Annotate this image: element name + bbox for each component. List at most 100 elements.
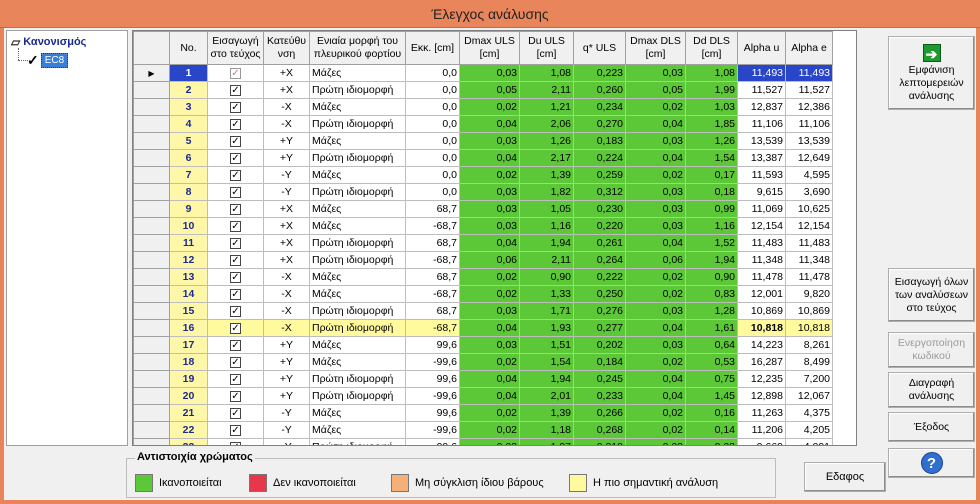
row-number[interactable]: 23 [169,438,208,445]
checkbox-icon[interactable]: ✓ [230,408,241,419]
insert-checkbox-cell[interactable]: ✓ [207,353,264,371]
row-number[interactable]: 13 [169,268,208,286]
row-indicator[interactable] [133,251,170,269]
row-indicator[interactable] [133,183,170,201]
row-indicator[interactable] [133,234,170,252]
row-indicator[interactable] [133,404,170,422]
table-row[interactable]: 11 ✓ +X Πρώτη ιδιομορφή 68,7 0,04 1,94 0,261 0,0… [133,234,833,252]
checkbox-icon[interactable]: ✓ [230,289,241,300]
row-number[interactable]: 6 [169,149,208,167]
row-number[interactable]: 17 [169,336,208,354]
row-number[interactable]: 7 [169,166,208,184]
table-row[interactable]: 19 ✓ +Y Πρώτη ιδιομορφή 99,6 0,04 1,94 0,245 0,0… [133,370,833,388]
row-indicator[interactable] [133,149,170,167]
checkbox-icon[interactable]: ✓ [230,170,241,181]
insert-checkbox-cell[interactable]: ✓ [207,115,264,133]
tree-node-ec8[interactable]: ✓ EC8 [27,52,69,69]
insert-checkbox-cell[interactable]: ✓ [207,370,264,388]
checkbox-icon[interactable]: ✓ [230,221,241,232]
insert-checkbox-cell[interactable]: ✓ [207,404,264,422]
insert-checkbox-cell[interactable]: ✓ [207,285,264,303]
code-tree[interactable]: ▱ Κανονισμός ✓ EC8 [6,30,128,446]
table-row[interactable]: 21 ✓ -Y Μάζες 99,6 0,02 1,39 0,266 0,02 0,16 11,26… [133,404,833,422]
row-indicator[interactable]: ▶ [133,64,170,82]
header-alpha-u[interactable]: Alpha u [737,31,786,65]
insert-checkbox-cell[interactable]: ✓ [207,268,264,286]
insert-checkbox-cell[interactable]: ✓ [207,421,264,439]
checkbox-icon[interactable]: ✓ [230,425,241,436]
row-number[interactable]: 14 [169,285,208,303]
row-number[interactable]: 15 [169,302,208,320]
checkbox-icon[interactable]: ✓ [230,85,241,96]
insert-checkbox-cell[interactable]: ✓ [207,234,264,252]
checkbox-icon[interactable]: ✓ [230,306,241,317]
checkbox-icon[interactable]: ✓ [230,238,241,249]
row-indicator[interactable] [133,217,170,235]
insert-checkbox-cell[interactable]: ✓ [207,387,264,405]
table-row[interactable]: 5 ✓ +Y Μάζες 0,0 0,03 1,26 0,183 0,03 1,26 13,539 1… [133,132,833,150]
table-row[interactable]: 15 ✓ -X Πρώτη ιδιομορφή 68,7 0,03 1,71 0,276 0,0… [133,302,833,320]
row-number[interactable]: 3 [169,98,208,116]
grid-scrollbar[interactable] [857,30,861,446]
insert-all-button[interactable]: Εισαγωγή όλων των αναλύσεων στο τεύχος [888,268,975,322]
row-indicator[interactable] [133,285,170,303]
exit-button[interactable]: Έξοδος [888,412,975,442]
insert-checkbox-cell[interactable]: ✓ [207,302,264,320]
header-dmax-dls[interactable]: Dmax DLS [cm] [625,31,686,65]
row-indicator[interactable] [133,132,170,150]
row-number[interactable]: 5 [169,132,208,150]
analysis-grid[interactable]: No. Εισαγωγή στο τεύχος Κατεύθυ νση Ενια… [132,30,857,446]
row-number[interactable]: 2 [169,81,208,99]
activate-code-button[interactable]: Ενεργοποίηση κωδικού [888,332,975,368]
row-indicator[interactable] [133,200,170,218]
table-row[interactable]: 3 ✓ -X Μάζες 0,0 0,02 1,21 0,234 0,02 1,03 12,837 1… [133,98,833,116]
row-indicator[interactable] [133,353,170,371]
header-ecc[interactable]: Εκκ. [cm] [405,31,460,65]
table-row[interactable]: 12 ✓ +X Πρώτη ιδιομορφή -68,7 0,06 2,11 0,264 0,… [133,251,833,269]
table-row[interactable]: 14 ✓ -X Μάζες -68,7 0,02 1,33 0,250 0,02 0,83 12,0… [133,285,833,303]
header-insert[interactable]: Εισαγωγή στο τεύχος [207,31,264,65]
row-indicator[interactable] [133,166,170,184]
checkbox-icon[interactable]: ✓ [230,136,241,147]
checkbox-icon[interactable]: ✓ [230,204,241,215]
row-number[interactable]: 21 [169,404,208,422]
header-no[interactable]: No. [169,31,208,65]
table-row[interactable]: ▶ 1 ✓ +X Μάζες 0,0 0,03 1,08 0,223 0,03 1,08 11,493… [133,64,833,82]
insert-checkbox-cell[interactable]: ✓ [207,183,264,201]
row-indicator[interactable] [133,370,170,388]
table-row[interactable]: 13 ✓ -X Μάζες 68,7 0,02 0,90 0,222 0,02 0,90 11,47… [133,268,833,286]
header-load-shape[interactable]: Ενιαία μορφή του πλευρικού φορτίου [309,31,406,65]
table-row[interactable]: 4 ✓ -X Πρώτη ιδιομορφή 0,0 0,04 2,06 0,270 0,04 1… [133,115,833,133]
header-dd-dls[interactable]: Dd DLS [cm] [685,31,738,65]
row-number[interactable]: 22 [169,421,208,439]
checkbox-icon[interactable]: ✓ [230,323,241,334]
insert-checkbox-cell[interactable]: ✓ [207,149,264,167]
checkbox-icon[interactable]: ✓ [230,357,241,368]
insert-checkbox-cell[interactable]: ✓ [207,251,264,269]
insert-checkbox-cell[interactable]: ✓ [207,336,264,354]
row-number[interactable]: 20 [169,387,208,405]
floor-button[interactable]: Εδαφος [804,462,886,492]
insert-checkbox-cell[interactable]: ✓ [207,98,264,116]
row-number[interactable]: 19 [169,370,208,388]
checkbox-icon[interactable]: ✓ [230,102,241,113]
table-row[interactable]: 2 ✓ +X Πρώτη ιδιομορφή 0,0 0,05 2,11 0,260 0,05 1… [133,81,833,99]
checkbox-icon[interactable]: ✓ [230,340,241,351]
header-dmax-uls[interactable]: Dmax ULS [cm] [459,31,520,65]
header-alpha-e[interactable]: Alpha e [785,31,833,65]
row-number[interactable]: 10 [169,217,208,235]
row-indicator[interactable] [133,421,170,439]
show-details-button[interactable]: ➔ Εμφάνιση λεπτομερειών ανάλυσης [888,36,975,110]
row-indicator[interactable] [133,81,170,99]
insert-checkbox-cell[interactable]: ✓ [207,64,264,82]
header-direction[interactable]: Κατεύθυ νση [263,31,310,65]
row-indicator[interactable] [133,115,170,133]
insert-checkbox-cell[interactable]: ✓ [207,81,264,99]
row-indicator[interactable] [133,268,170,286]
table-row[interactable]: 10 ✓ +X Μάζες -68,7 0,03 1,16 0,220 0,03 1,16 12,1… [133,217,833,235]
row-indicator[interactable] [133,336,170,354]
row-indicator[interactable] [133,98,170,116]
checkbox-icon[interactable]: ✓ [230,68,241,79]
checkbox-icon[interactable]: ✓ [230,119,241,130]
checkbox-icon[interactable]: ✓ [230,255,241,266]
